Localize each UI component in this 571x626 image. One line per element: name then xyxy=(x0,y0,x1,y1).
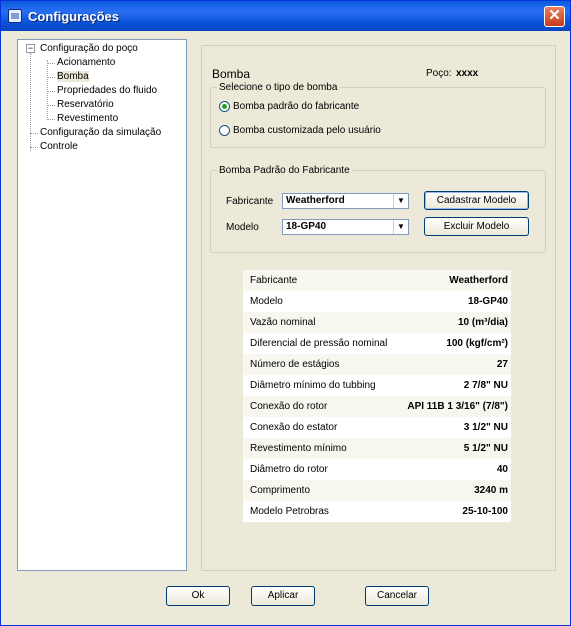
spec-value: 18-GP40 xyxy=(467,296,508,307)
spec-key: Conexão do rotor xyxy=(250,401,328,412)
radio-custom-pump[interactable]: Bomba customizada pelo usuário xyxy=(219,125,381,136)
tree-line xyxy=(47,60,48,120)
table-row: Modelo 18-GP40 xyxy=(243,291,511,312)
table-row: Vazão nominal 10 (m³/dia) xyxy=(243,312,511,333)
spec-value: 40 xyxy=(496,464,508,475)
tree-line xyxy=(30,133,38,134)
tree-item-label: Controle xyxy=(40,141,78,152)
model-label: Modelo xyxy=(226,222,259,233)
chevron-down-icon[interactable]: ▼ xyxy=(393,220,408,234)
spec-key: Fabricante xyxy=(250,275,298,286)
tree-item-simulation-config[interactable]: Configuração da simulação xyxy=(40,127,161,139)
spec-value: 100 (kgf/cm²) xyxy=(446,338,508,349)
spec-value: 2 7/8" NU xyxy=(463,380,508,391)
model-value: 18-GP40 xyxy=(286,221,327,232)
spec-value: 25-10-100 xyxy=(462,506,508,517)
manufacturer-label: Fabricante xyxy=(226,196,274,207)
tree-item-label: Propriedades do fluido xyxy=(57,85,158,96)
register-model-button[interactable]: Cadastrar Modelo xyxy=(424,191,529,210)
manufacturer-select[interactable]: Weatherford ▼ xyxy=(282,193,409,209)
spec-key: Número de estágios xyxy=(250,359,340,370)
configurations-window: Configurações ✕ − Configuração do poço A… xyxy=(0,0,571,626)
table-row: Diâmetro mínimo do tubbing 2 7/8" NU xyxy=(243,375,511,396)
pump-type-group: Selecione o tipo de bomba xyxy=(210,82,546,148)
tree-line xyxy=(47,77,55,78)
apply-button[interactable]: Aplicar xyxy=(251,586,315,606)
tree-line xyxy=(47,105,55,106)
app-icon xyxy=(8,9,22,23)
delete-model-button[interactable]: Excluir Modelo xyxy=(424,217,529,236)
tree-item-label: Revestimento xyxy=(57,113,119,124)
tree-line xyxy=(30,147,38,148)
tree-line xyxy=(30,53,31,151)
radio-default-pump[interactable]: Bomba padrão do fabricante xyxy=(219,101,359,112)
tree-item-reservoir[interactable]: Reservatório xyxy=(57,99,114,111)
title-bar[interactable]: Configurações ✕ xyxy=(1,1,570,31)
radio-selected-icon xyxy=(219,101,230,112)
spec-key: Vazão nominal xyxy=(250,317,316,328)
spec-value: 10 (m³/dia) xyxy=(457,317,508,328)
tree-item-well-config[interactable]: Configuração do poço xyxy=(40,43,138,55)
spec-key: Diâmetro do rotor xyxy=(250,464,328,475)
table-row: Fabricante Weatherford xyxy=(243,270,511,291)
window-title: Configurações xyxy=(28,9,120,24)
well-label: Poço: xyxy=(426,68,452,79)
table-row: Conexão do estator 3 1/2" NU xyxy=(243,417,511,438)
settings-tree[interactable]: − Configuração do poço Acionamento Bomba… xyxy=(17,39,187,571)
radio-default-label: Bomba padrão do fabricante xyxy=(233,101,360,113)
tree-item-label: Bomba xyxy=(57,71,89,82)
tree-item-control[interactable]: Controle xyxy=(40,141,78,153)
tree-line xyxy=(47,119,55,120)
table-row: Modelo Petrobras 25-10-100 xyxy=(243,501,511,522)
spec-key: Revestimento mínimo xyxy=(250,443,347,454)
page-title: Bomba xyxy=(212,67,251,81)
close-button[interactable]: ✕ xyxy=(544,6,565,27)
spec-value: 3 1/2" NU xyxy=(463,422,508,433)
spec-value: 3240 m xyxy=(474,485,508,496)
spec-key: Conexão do estator xyxy=(250,422,338,433)
tree-line xyxy=(47,63,55,64)
tree-item-label: Acionamento xyxy=(57,57,116,68)
spec-key: Modelo xyxy=(250,296,283,307)
pump-type-legend: Selecione o tipo de bomba xyxy=(219,82,338,93)
radio-unselected-icon xyxy=(219,125,230,136)
chevron-down-icon[interactable]: ▼ xyxy=(393,194,408,208)
tree-item-label: Configuração da simulação xyxy=(40,127,162,138)
well-value: xxxx xyxy=(456,68,479,79)
spec-value: 27 xyxy=(496,359,508,370)
tree-item-fluid-properties[interactable]: Propriedades do fluido xyxy=(57,85,157,97)
spec-key: Diferencial de pressão nominal xyxy=(250,338,388,349)
spec-key: Modelo Petrobras xyxy=(250,506,329,517)
tree-line xyxy=(47,91,55,92)
spec-key: Comprimento xyxy=(250,485,311,496)
table-row: Conexão do rotor API 11B 1 3/16" (7/8") xyxy=(243,396,511,417)
model-select[interactable]: 18-GP40 ▼ xyxy=(282,219,409,235)
tree-item-casing[interactable]: Revestimento xyxy=(57,113,118,125)
radio-custom-label: Bomba customizada pelo usuário xyxy=(233,125,381,137)
table-row: Comprimento 3240 m xyxy=(243,480,511,501)
spec-value: Weatherford xyxy=(449,275,508,286)
spec-value: API 11B 1 3/16" (7/8") xyxy=(407,401,508,412)
tree-item-pump[interactable]: Bomba xyxy=(57,71,89,83)
manufacturer-value: Weatherford xyxy=(286,195,345,206)
pump-spec-table: Fabricante Weatherford Modelo 18-GP40 Vazã… xyxy=(243,270,511,522)
spec-key: Diâmetro mínimo do tubbing xyxy=(250,380,376,391)
table-row: Diâmetro do rotor 40 xyxy=(243,459,511,480)
collapse-icon[interactable]: − xyxy=(26,44,35,53)
cancel-button[interactable]: Cancelar xyxy=(365,586,429,606)
table-row: Número de estágios 27 xyxy=(243,354,511,375)
tree-item-drive[interactable]: Acionamento xyxy=(57,57,115,69)
table-row: Revestimento mínimo 5 1/2" NU xyxy=(243,438,511,459)
manufacturer-pump-legend: Bomba Padrão do Fabricante xyxy=(219,165,350,176)
table-row: Diferencial de pressão nominal 100 (kgf/c… xyxy=(243,333,511,354)
spec-value: 5 1/2" NU xyxy=(463,443,508,454)
tree-item-label: Configuração do poço xyxy=(40,43,138,54)
ok-button[interactable]: Ok xyxy=(166,586,230,606)
tree-item-label: Reservatório xyxy=(57,99,114,110)
